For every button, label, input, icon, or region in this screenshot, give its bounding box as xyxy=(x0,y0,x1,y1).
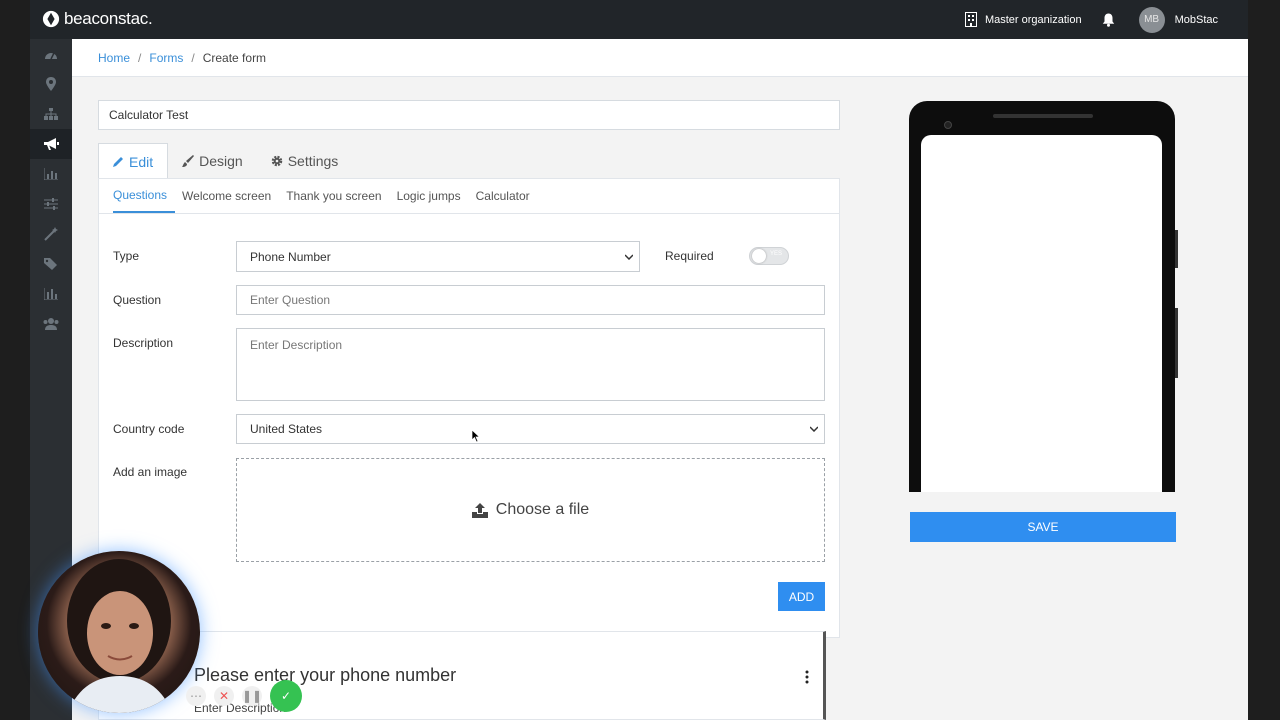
analytics-icon xyxy=(44,288,58,300)
sliders-icon xyxy=(44,198,58,210)
dashboard-icon xyxy=(45,52,57,60)
country-selected-value: United States xyxy=(250,422,323,436)
question-input[interactable]: Enter Question xyxy=(236,285,825,315)
sidebar-item-reports[interactable] xyxy=(30,159,72,189)
tab-settings-label: Settings xyxy=(287,153,339,169)
recording-controls: ⋯ ✕ ❚❚ ✓ xyxy=(186,680,302,712)
breadcrumb-home-link[interactable]: Home xyxy=(98,51,130,65)
country-code-select[interactable]: United States xyxy=(236,414,825,444)
user-avatar[interactable]: MB xyxy=(1138,6,1165,33)
finish-recording-button[interactable]: ✓ xyxy=(270,680,302,712)
editor-subtabs: Questions Welcome screen Thank you scree… xyxy=(99,179,839,214)
required-label: Required xyxy=(665,249,714,263)
map-pin-icon xyxy=(46,77,56,91)
sidebar-item-locations[interactable] xyxy=(30,69,72,99)
tab-settings[interactable]: Settings xyxy=(257,143,353,179)
top-navbar: beaconstac. Master organization MB MobSt… xyxy=(30,0,1248,39)
organization-switcher[interactable]: Master organization xyxy=(964,12,1082,27)
add-question-button[interactable]: ADD xyxy=(778,582,825,611)
building-icon xyxy=(964,12,977,27)
upload-icon xyxy=(471,502,488,518)
sidebar-item-campaigns[interactable] xyxy=(30,129,72,159)
sidebar-item-tags[interactable] xyxy=(30,249,72,279)
magic-wand-icon xyxy=(44,227,58,241)
description-textarea[interactable]: Enter Description xyxy=(236,328,825,401)
question-label: Question xyxy=(113,293,162,307)
more-options-button[interactable]: ⋯ xyxy=(186,686,206,706)
sidebar-item-tools[interactable] xyxy=(30,219,72,249)
sidebar-item-analytics[interactable] xyxy=(30,279,72,309)
phone-side-button xyxy=(1175,308,1178,378)
brush-icon xyxy=(182,155,195,167)
toggle-text: YES xyxy=(769,251,782,257)
breadcrumb: Home / Forms / Create form xyxy=(72,39,1248,77)
tab-edit[interactable]: Edit xyxy=(98,143,169,179)
country-code-label: Country code xyxy=(113,422,185,436)
choose-file-label: Choose a file xyxy=(495,501,590,518)
sidebar-item-hierarchy[interactable] xyxy=(30,99,72,129)
tags-icon xyxy=(44,258,57,270)
breadcrumb-separator: / xyxy=(191,50,195,65)
mouse-cursor-icon xyxy=(472,430,480,442)
description-label: Description xyxy=(113,336,174,350)
phone-preview xyxy=(909,101,1175,492)
sidebar-item-rules[interactable] xyxy=(30,189,72,219)
users-icon xyxy=(43,318,59,330)
add-image-label: Add an image xyxy=(113,465,188,479)
type-select[interactable]: Phone Number xyxy=(236,241,640,272)
breadcrumb-current: Create form xyxy=(202,50,267,65)
cancel-recording-button[interactable]: ✕ xyxy=(214,686,234,706)
type-label: Type xyxy=(113,249,140,263)
webcam-overlay xyxy=(38,551,200,713)
notifications-bell-icon[interactable] xyxy=(1102,13,1115,27)
subtab-calculator[interactable]: Calculator xyxy=(476,179,538,213)
breadcrumb-forms-link[interactable]: Forms xyxy=(149,51,183,65)
phone-preview-screen xyxy=(921,135,1162,492)
chevron-down-icon xyxy=(625,253,633,260)
tab-edit-label: Edit xyxy=(129,153,154,170)
required-toggle[interactable]: YES xyxy=(749,247,789,265)
subtab-thank-you-screen[interactable]: Thank you screen xyxy=(286,179,389,213)
toggle-knob xyxy=(752,249,766,263)
logo-mark-icon xyxy=(42,10,60,28)
logo-text: beaconstac. xyxy=(64,9,153,28)
app-frame: beaconstac. Master organization MB MobSt… xyxy=(30,0,1248,720)
user-name[interactable]: MobStac xyxy=(1175,14,1218,26)
breadcrumb-separator: / xyxy=(138,50,142,65)
megaphone-icon xyxy=(43,138,59,150)
beaconstac-logo[interactable]: beaconstac. xyxy=(42,9,153,29)
pause-recording-button[interactable]: ❚❚ xyxy=(242,686,262,706)
type-selected-value: Phone Number xyxy=(250,249,331,264)
tab-design-label: Design xyxy=(199,153,243,169)
sidebar-item-users[interactable] xyxy=(30,309,72,339)
subtab-questions[interactable]: Questions xyxy=(113,179,176,213)
pencil-icon xyxy=(113,157,123,167)
presenter-face-image xyxy=(67,559,172,713)
question-editor-panel: Questions Welcome screen Thank you scree… xyxy=(98,178,840,638)
phone-speaker xyxy=(993,114,1093,118)
save-button[interactable]: SAVE xyxy=(910,512,1176,542)
subtab-welcome-screen[interactable]: Welcome screen xyxy=(182,179,279,213)
chevron-down-icon xyxy=(810,426,818,432)
more-options-icon[interactable] xyxy=(805,670,809,684)
phone-camera xyxy=(944,121,952,129)
form-title-input[interactable]: Calculator Test xyxy=(98,100,840,130)
sidebar-item-dashboard[interactable] xyxy=(30,39,72,69)
subtab-logic-jumps[interactable]: Logic jumps xyxy=(397,179,469,213)
sitemap-icon xyxy=(44,108,58,120)
gear-icon xyxy=(271,155,282,167)
image-upload-dropzone[interactable]: Choose a file xyxy=(236,458,825,562)
phone-side-button xyxy=(1175,230,1178,268)
organization-name: Master organization xyxy=(984,13,1082,26)
tab-design[interactable]: Design xyxy=(168,143,257,179)
bar-chart-icon xyxy=(44,168,58,180)
editor-tabs: Edit Design Settings xyxy=(98,143,352,179)
